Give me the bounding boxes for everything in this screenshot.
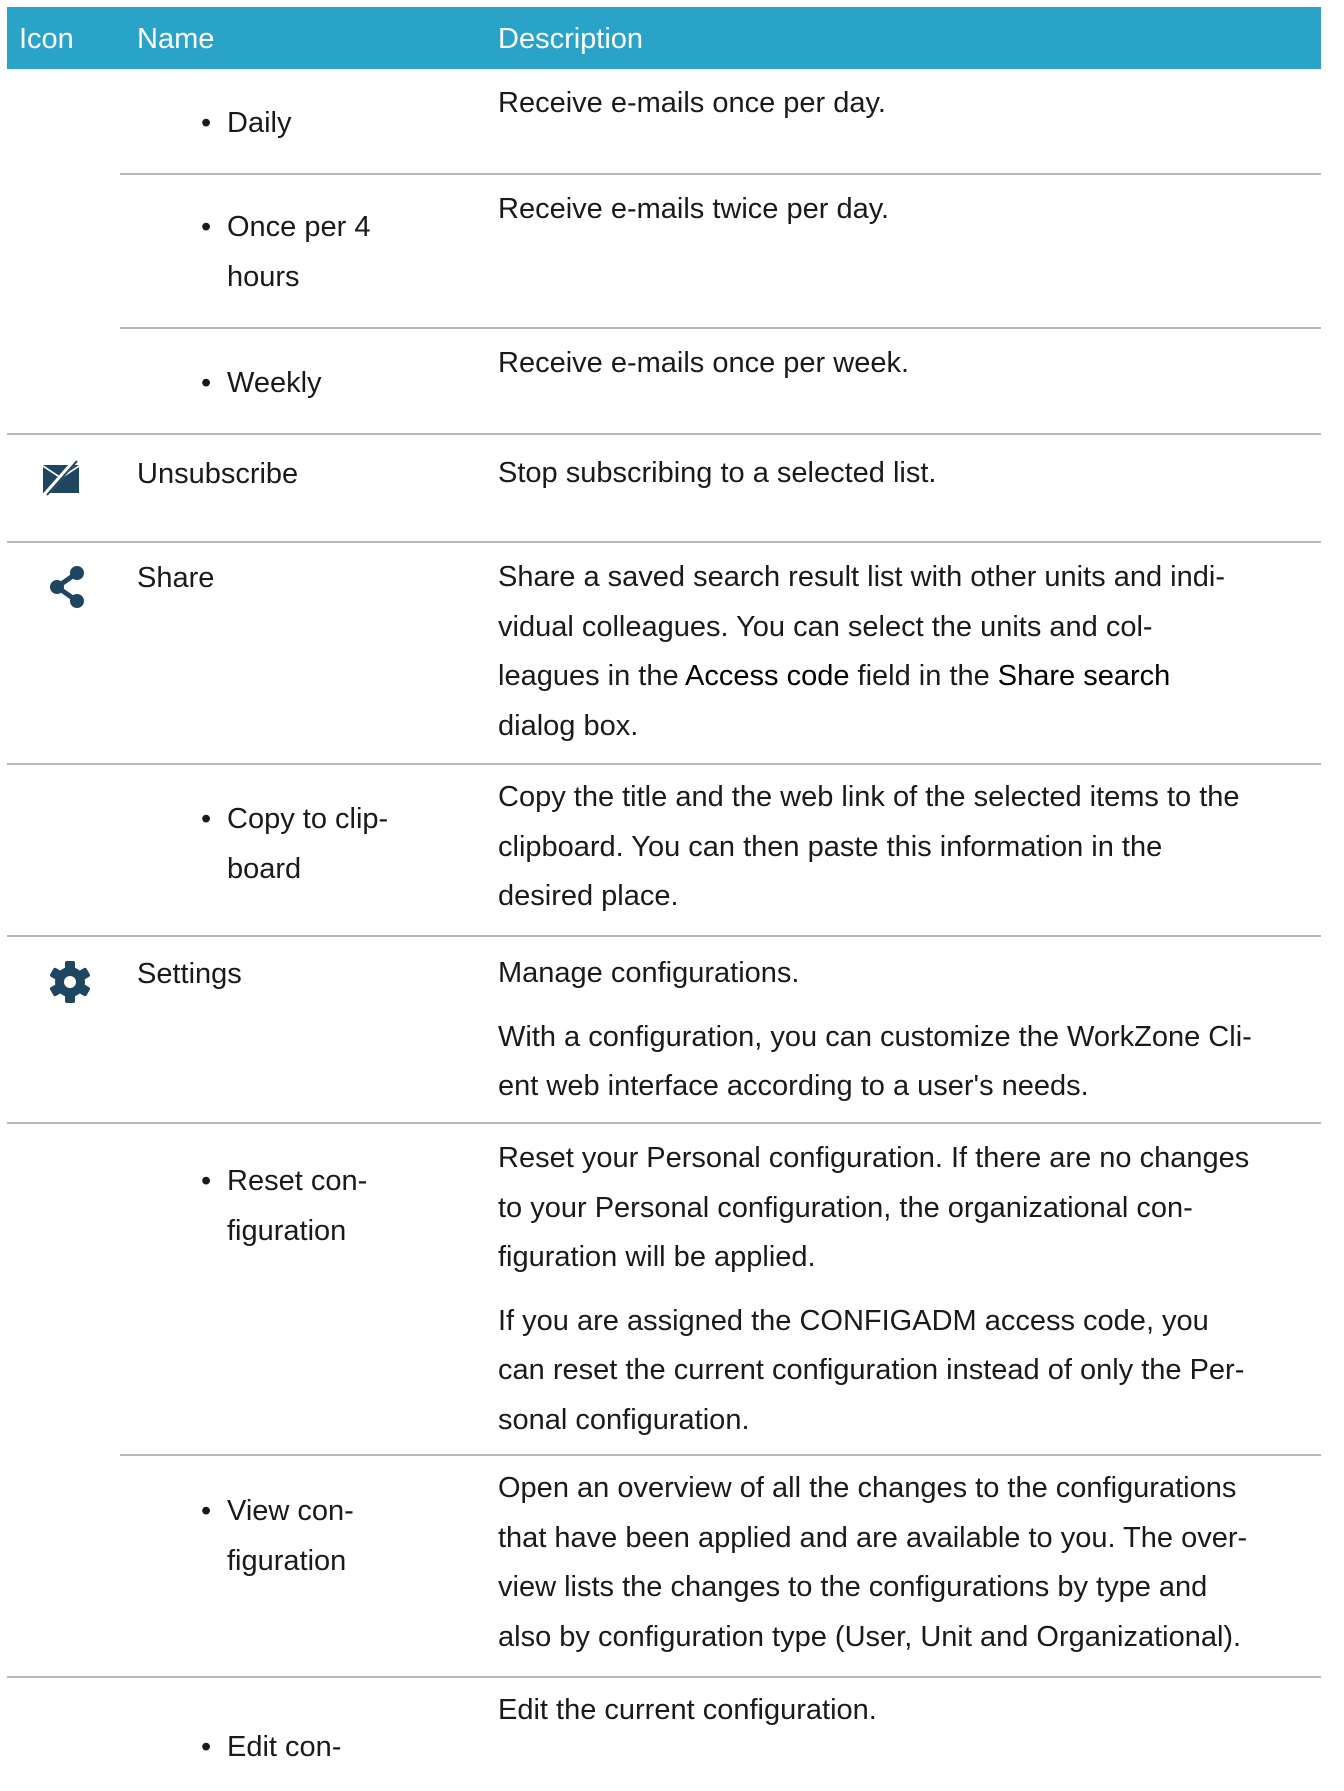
table-row-once-per-4-hours: • Once per 4 hours Receive e-mails twice … <box>7 175 1321 329</box>
row-description: Receive e-mails once per day. <box>498 87 886 119</box>
gear-icon[interactable] <box>47 959 93 1005</box>
row-name-unsubscribe: Unsubscribe <box>137 458 299 490</box>
unsubscribe-mail-icon[interactable] <box>41 457 87 503</box>
table-row-share: Share Share a saved search result list w… <box>7 543 1321 765</box>
row-description: Stop subscribing to a selected list. <box>498 457 937 489</box>
commands-table: Icon Name Description • Daily Receive e-m… <box>7 7 1321 1788</box>
table-header: Icon Name Description <box>7 7 1321 69</box>
row-name-once-per-4-hours: • Once per 4 hours <box>201 211 371 293</box>
row-name-weekly: • Weekly <box>201 367 322 399</box>
table-row-unsubscribe: Unsubscribe Stop subscribing to a select… <box>7 435 1321 543</box>
share-icon[interactable] <box>47 565 93 611</box>
table-row-daily: • Daily Receive e-mails once per day. <box>7 69 1321 175</box>
row-description: Receive e-mails once per week. <box>498 347 910 379</box>
row-description: Manage configurations. With a configurat… <box>498 957 1252 1102</box>
row-name-reset-configuration: • Reset con- figuration <box>201 1165 368 1247</box>
row-name-edit-configuration: • Edit con- <box>201 1731 342 1763</box>
table-row-weekly: • Weekly Receive e-mails once per week. <box>7 329 1321 435</box>
table-row-view-configuration: • View con- figuration Open an overview o… <box>7 1456 1321 1678</box>
header-name-column: Name <box>137 23 215 55</box>
table-row-copy-to-clipboard: • Copy to clip- board Copy the title and … <box>7 765 1321 937</box>
row-description: Edit the current configuration. <box>498 1694 877 1726</box>
share-search-term: Share search <box>997 660 1171 692</box>
access-code-term: Access code <box>685 660 850 692</box>
row-description: Reset your Personal configuration. If th… <box>498 1142 1250 1436</box>
header-icon-column: Icon <box>19 23 74 55</box>
row-description: Copy the title and the web link of the s… <box>498 781 1240 912</box>
row-name-daily: • Daily <box>201 107 292 139</box>
row-description: Share a saved search result list with ot… <box>498 561 1225 742</box>
row-name-copy-to-clipboard: • Copy to clip- board <box>201 803 389 885</box>
row-description: Open an overview of all the changes to t… <box>498 1472 1248 1653</box>
table-row-edit-configuration: • Edit con- Edit the current configuratio… <box>7 1678 1321 1788</box>
table-row-reset-configuration: • Reset con- figuration Reset your Person… <box>7 1124 1321 1456</box>
row-name-share: Share <box>137 562 215 594</box>
table-row-settings: Settings Manage configurations. With a c… <box>7 937 1321 1124</box>
row-name-settings: Settings <box>137 958 242 990</box>
header-description-column: Description <box>498 23 644 55</box>
row-name-view-configuration: • View con- figuration <box>201 1495 354 1577</box>
row-description: Receive e-mails twice per day. <box>498 193 890 225</box>
